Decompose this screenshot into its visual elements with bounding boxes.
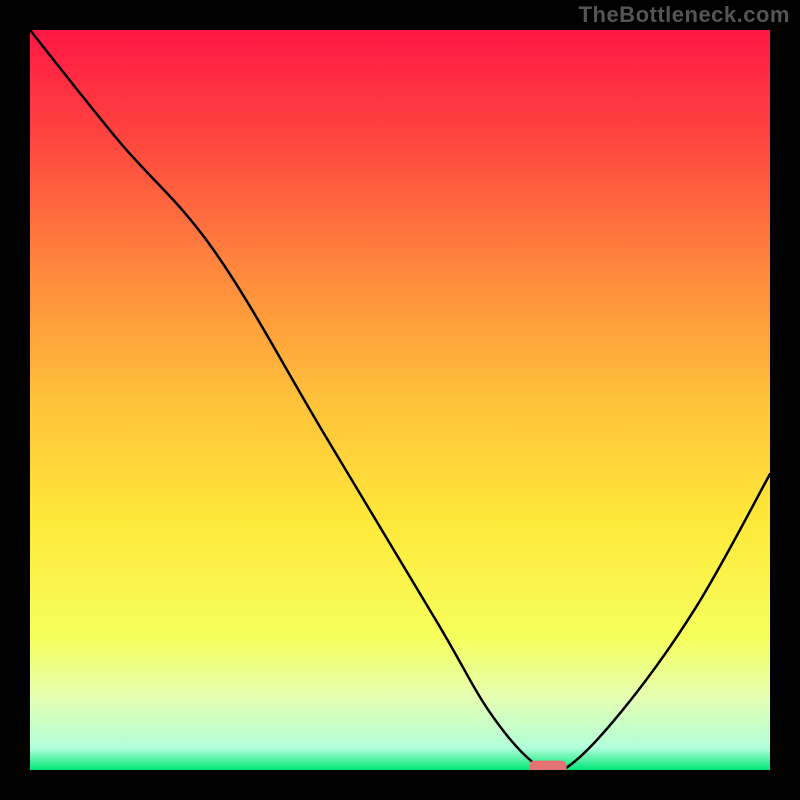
watermark-text: TheBottleneck.com — [579, 2, 790, 28]
chart-plot-area — [30, 30, 770, 770]
chart-frame: TheBottleneck.com — [0, 0, 800, 800]
chart-background — [30, 30, 770, 770]
selected-point-marker — [530, 761, 567, 770]
chart-svg — [30, 30, 770, 770]
